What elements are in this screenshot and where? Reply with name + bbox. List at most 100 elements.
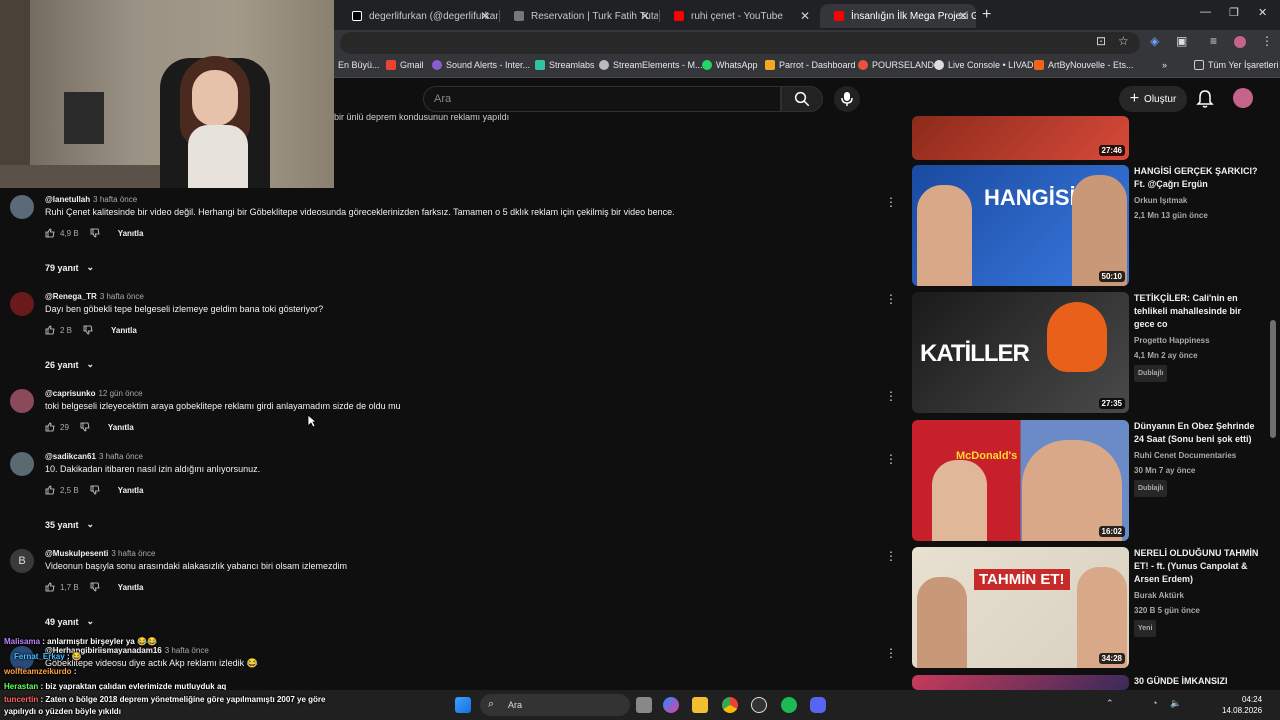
recommended-video[interactable]: HANGİSİ 50:10 HANGİSİ GERÇEK ŞARKICI? Ft… [912,165,1272,288]
like-icon[interactable] [45,582,55,592]
bookmark-item[interactable]: POURSELAND [858,60,934,70]
comment-author[interactable]: @Muskulpesenti [45,549,108,558]
star-icon[interactable]: ☆ [1118,34,1129,48]
profile-icon[interactable] [1234,36,1246,48]
dislike-icon[interactable] [90,582,100,592]
dislike-icon[interactable] [83,325,93,335]
comment-author[interactable]: @lanetullah [45,195,90,204]
close-window-icon[interactable]: ✕ [1258,6,1267,19]
video-thumbnail[interactable]: TAHMİN ET! 34:28 [912,547,1129,668]
puzzle-icon[interactable]: ▣ [1176,34,1187,48]
comment-time[interactable]: 3 hafta önce [99,452,143,461]
video-title[interactable]: Dünyanın En Obez Şehrinde 24 Saat (Sonu … [1134,420,1259,497]
scrollbar[interactable] [1270,320,1276,438]
channel-name[interactable]: Burak Aktürk [1134,589,1259,602]
like-icon[interactable] [45,485,55,495]
view-replies-button[interactable]: 79 yanıt ⌄ [45,262,94,273]
create-button[interactable]: + Oluştur [1119,86,1187,112]
tab-youtube-search[interactable]: ruhi çenet - YouTube ✕ [660,4,818,28]
install-icon[interactable]: ⊡ [1096,34,1106,48]
close-icon[interactable]: ✕ [800,9,810,23]
obs-icon[interactable] [751,697,767,713]
bookmark-item[interactable]: Sound Alerts - Inter... [432,60,530,70]
media-icon[interactable]: ≡ [1210,34,1217,48]
reply-button[interactable]: Yanıtla [118,486,144,495]
search-input[interactable]: Ara [423,86,781,112]
comment-time[interactable]: 3 hafta önce [93,195,137,204]
address-bar[interactable] [340,32,1140,54]
bookmark-item[interactable]: Parrot - Dashboard [765,60,856,70]
reply-button[interactable]: Yanıtla [108,423,134,432]
taskbar-search[interactable]: ⌕ Ara [480,694,630,716]
tab-degerlifurkan[interactable]: degerlifurkan (@degerlifurkan) ✕ [338,4,498,28]
video-thumbnail[interactable]: HANGİSİ 50:10 [912,165,1129,286]
more-options-icon[interactable]: ⋮ [885,549,897,563]
video-title[interactable]: NERELİ OLDUĞUNU TAHMİN ET! - ft. (Yunus … [1134,547,1259,637]
bookmark-item[interactable]: ArtByNouvelle - Ets... [1034,60,1134,70]
notifications-bell-icon[interactable] [1196,89,1214,109]
comment-author[interactable]: @Renega_TR [45,292,97,301]
recommended-video[interactable]: 27:46 [912,116,1272,160]
tab-reservation[interactable]: Reservation | Turk Fatih Tutak ✕ [500,4,658,28]
recommended-video[interactable]: McDonald's 16:02 Dünyanın En Obez Şehrin… [912,420,1272,543]
video-thumbnail[interactable]: KATİLLER 27:35 [912,292,1129,413]
comment-time[interactable]: 3 hafta önce [111,549,155,558]
recommended-video[interactable]: TAHMİN ET! 34:28 NERELİ OLDUĞUNU TAHMİN … [912,547,1272,670]
recommended-video[interactable]: 30 GÜNDE İMKANSIZI [912,675,1272,690]
comment-author[interactable]: @caprisunko [45,389,95,398]
account-avatar[interactable] [1233,88,1253,108]
chrome-icon[interactable] [722,697,738,713]
close-icon[interactable]: ✕ [640,9,650,23]
view-replies-button[interactable]: 26 yanıt ⌄ [45,359,94,370]
bookmark-folder[interactable]: Tüm Yer İşaretleri [1194,60,1279,70]
dislike-icon[interactable] [90,228,100,238]
discord-icon[interactable] [810,697,826,713]
avatar[interactable] [10,389,34,413]
channel-name[interactable]: Ruhi Cenet Documentaries [1134,449,1259,462]
menu-icon[interactable]: ⋮ [1261,34,1273,48]
comment-time[interactable]: 3 hafta önce [100,292,144,301]
file-explorer-icon[interactable] [692,697,708,713]
bookmark-item[interactable]: Live Console • LIVAD [934,60,1034,70]
windows-start-icon[interactable] [455,697,471,713]
video-title[interactable]: TETİKÇİLER: Cali'nin en tehlikeli mahall… [1134,292,1259,382]
bookmark-item[interactable]: Streamlabs [535,60,595,70]
view-replies-button[interactable]: 49 yanıt ⌄ [45,616,94,627]
bookmark-gmail[interactable]: Gmail [386,60,424,70]
chevron-up-icon[interactable]: ⌃ [1106,698,1114,709]
reply-button[interactable]: Yanıtla [118,229,144,238]
copilot-icon[interactable] [663,697,679,713]
new-tab-icon[interactable]: + [982,6,991,24]
more-options-icon[interactable]: ⋮ [885,292,897,306]
avatar[interactable] [10,292,34,316]
bookmark-item[interactable]: En Büyü... [338,60,380,70]
comment-author[interactable]: @sadikcan61 [45,452,96,461]
video-thumbnail[interactable] [912,675,1129,690]
reply-button[interactable]: Yanıtla [118,583,144,592]
extension-icon[interactable]: ◈ [1150,34,1159,48]
dislike-icon[interactable] [90,485,100,495]
chevron-right-icon[interactable]: » [1162,60,1167,70]
channel-name[interactable]: Orkun Işıtmak [1134,194,1259,207]
like-icon[interactable] [45,325,55,335]
wifi-icon[interactable]: ◔ [1152,698,1157,708]
system-clock[interactable]: 04:24 14.08.2026 [1222,694,1262,716]
video-thumbnail[interactable]: McDonald's 16:02 [912,420,1129,541]
reply-button[interactable]: Yanıtla [111,326,137,335]
voice-search-button[interactable] [834,86,860,112]
video-title[interactable]: 30 GÜNDE İMKANSIZI [1134,675,1259,688]
more-options-icon[interactable]: ⋮ [885,195,897,209]
video-thumbnail[interactable]: 27:46 [912,116,1129,160]
maximize-icon[interactable]: ❐ [1229,6,1239,19]
more-options-icon[interactable]: ⋮ [885,389,897,403]
comment-time[interactable]: 12 gün önce [98,389,142,398]
avatar[interactable] [10,195,34,219]
dislike-icon[interactable] [80,422,90,432]
close-icon[interactable]: ✕ [958,9,968,23]
volume-icon[interactable]: 🔈 [1170,698,1181,709]
spotify-icon[interactable] [781,697,797,713]
minimize-icon[interactable]: — [1200,6,1211,18]
more-options-icon[interactable]: ⋮ [885,452,897,466]
like-icon[interactable] [45,422,55,432]
close-icon[interactable]: ✕ [480,9,490,23]
